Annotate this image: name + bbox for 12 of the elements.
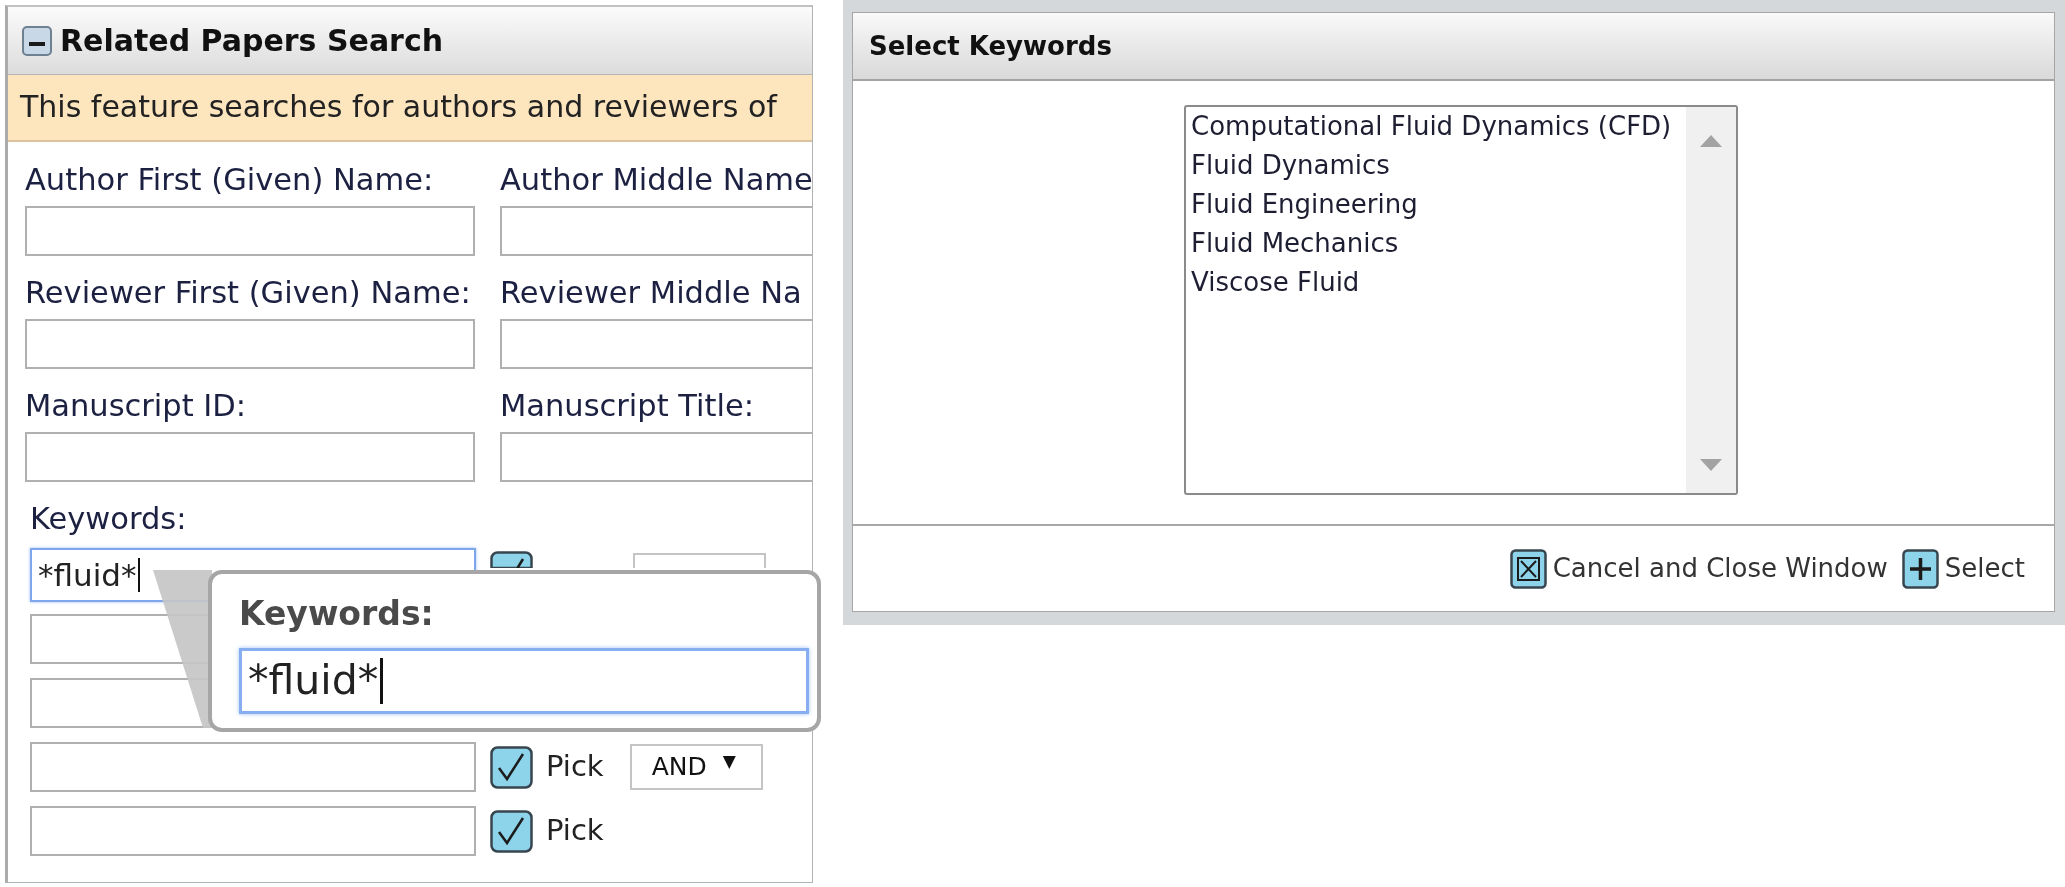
notice-banner: This feature searches for authors and reviewers of: [8, 75, 812, 142]
field-label: Author First (Given) Name:: [25, 162, 434, 198]
panel-title: Related Papers Search: [60, 22, 444, 60]
field-label: Reviewer Middle Na: [500, 275, 802, 311]
field-label: Manuscript Title:: [500, 388, 754, 424]
field-label: Author Middle Name: [500, 162, 812, 198]
field-label: Keywords:: [30, 501, 187, 537]
callout-label: Keywords:: [239, 594, 434, 634]
field-label: Manuscript ID:: [25, 388, 247, 424]
field-label: Reviewer First (Given) Name:: [25, 275, 471, 311]
callout-field: *fluid*: [239, 648, 809, 714]
dialog-title: Select Keywords: [869, 29, 1112, 63]
